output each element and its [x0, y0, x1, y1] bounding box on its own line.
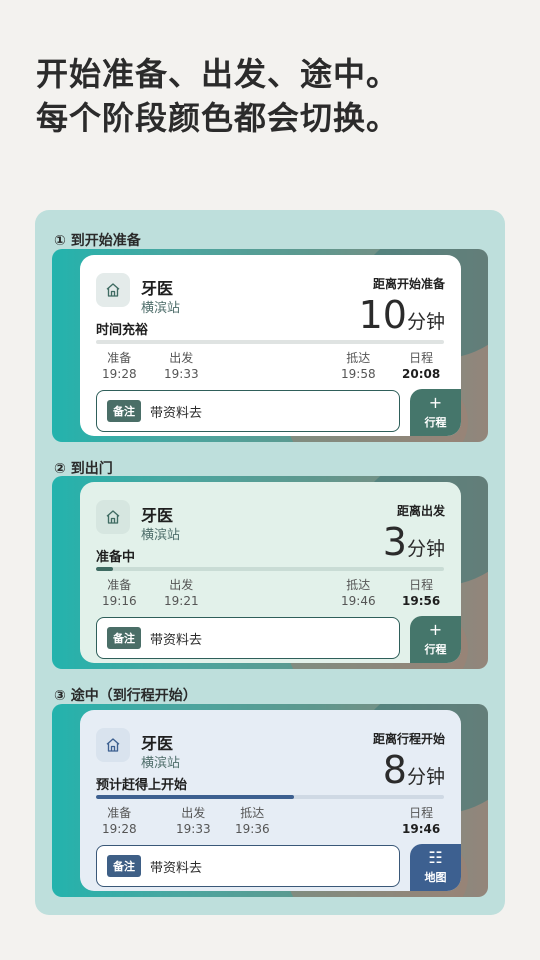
note-text: 带资料去 [150, 632, 203, 648]
headline-line-1: 开始准备、出发、途中。 [36, 55, 400, 93]
headline-line-2: 每个阶段颜色都会切换。 [36, 99, 400, 137]
button-label: 地图 [424, 871, 447, 884]
section-label-prepare: ① 到开始准备 [54, 233, 141, 249]
countdown: 8分钟 [383, 748, 445, 792]
countdown-unit: 分钟 [406, 311, 445, 333]
map-icon: ☷ [428, 848, 443, 867]
home-icon [96, 273, 130, 307]
countdown-label: 距离行程开始 [372, 732, 445, 746]
station-name: 横滨站 [141, 528, 181, 543]
note-text: 带资料去 [150, 405, 203, 421]
section-label-en-route: ③ 途中（到行程开始） [54, 688, 197, 704]
schedule-title: 牙医 [141, 279, 174, 298]
note-badge: 备注 [107, 400, 141, 422]
add-schedule-button[interactable]: + 行程 [410, 616, 461, 663]
countdown-unit: 分钟 [406, 538, 445, 560]
home-icon [96, 728, 130, 762]
timeline-prepare: 准备 19:28 [102, 351, 137, 381]
countdown: 3分钟 [383, 520, 445, 564]
timeline-schedule: 日程 20:08 [402, 351, 441, 381]
timeline-prepare: 准备 19:28 [102, 806, 137, 836]
timeline-arrive: 抵达 19:46 [341, 578, 376, 608]
timeline-schedule: 日程 19:56 [402, 578, 441, 608]
progress-bar [96, 567, 444, 571]
note-field[interactable]: 备注 带资料去 [96, 845, 400, 887]
timeline-depart: 出发 19:21 [164, 578, 199, 608]
schedule-title: 牙医 [141, 506, 174, 525]
timeline-depart: 出发 19:33 [176, 806, 211, 836]
button-label: 行程 [424, 643, 447, 656]
schedule-card[interactable]: 牙医 横滨站 距离出发 3分钟 准备中 准备 19:16 出发 19:21 抵达 19… [80, 482, 461, 663]
station-name: 横滨站 [141, 756, 181, 771]
note-badge: 备注 [107, 855, 141, 877]
timeline-prepare: 准备 19:16 [102, 578, 137, 608]
widget-stage-prepare[interactable]: 牙医 横滨站 距离开始准备 10分钟 时间充裕 准备 19:28 出发 19:33 … [52, 249, 488, 442]
widget-stage-en-route[interactable]: 牙医 横滨站 距离行程开始 8分钟 预计赶得上开始 准备 19:28 出发 19:3… [52, 704, 488, 897]
countdown-label: 距离开始准备 [372, 277, 445, 291]
note-field[interactable]: 备注 带资料去 [96, 390, 400, 432]
add-schedule-button[interactable]: + 行程 [410, 389, 461, 436]
timeline-schedule: 日程 19:46 [402, 806, 441, 836]
section-label-depart: ② 到出门 [54, 461, 113, 477]
countdown-value: 10 [358, 293, 407, 337]
note-text: 带资料去 [150, 860, 203, 876]
home-icon [96, 500, 130, 534]
status-text: 时间充裕 [96, 323, 149, 338]
progress-bar [96, 795, 444, 799]
countdown-value: 8 [382, 748, 407, 792]
countdown: 10分钟 [359, 293, 445, 337]
map-button[interactable]: ☷ 地图 [410, 844, 461, 891]
station-name: 横滨站 [141, 301, 181, 316]
plus-icon: + [428, 620, 443, 639]
schedule-title: 牙医 [141, 734, 174, 753]
widget-stage-depart[interactable]: 牙医 横滨站 距离出发 3分钟 准备中 准备 19:16 出发 19:21 抵达 19… [52, 476, 488, 669]
timeline-arrive: 抵达 19:36 [235, 806, 270, 836]
countdown-label: 距离出发 [396, 504, 445, 518]
timeline-depart: 出发 19:33 [164, 351, 199, 381]
plus-icon: + [428, 393, 443, 412]
progress-bar [96, 340, 444, 344]
schedule-card[interactable]: 牙医 横滨站 距离开始准备 10分钟 时间充裕 准备 19:28 出发 19:33 … [80, 255, 461, 436]
button-label: 行程 [424, 416, 447, 429]
status-text: 准备中 [96, 550, 136, 565]
countdown-value: 3 [382, 520, 407, 564]
status-text: 预计赶得上开始 [96, 778, 188, 793]
countdown-unit: 分钟 [406, 766, 445, 788]
timeline-arrive: 抵达 19:58 [341, 351, 376, 381]
note-field[interactable]: 备注 带资料去 [96, 617, 400, 659]
headline: 开始准备、出发、途中。 每个阶段颜色都会切换。 [36, 52, 399, 140]
note-badge: 备注 [107, 627, 141, 649]
schedule-card[interactable]: 牙医 横滨站 距离行程开始 8分钟 预计赶得上开始 准备 19:28 出发 19:3… [80, 710, 461, 891]
